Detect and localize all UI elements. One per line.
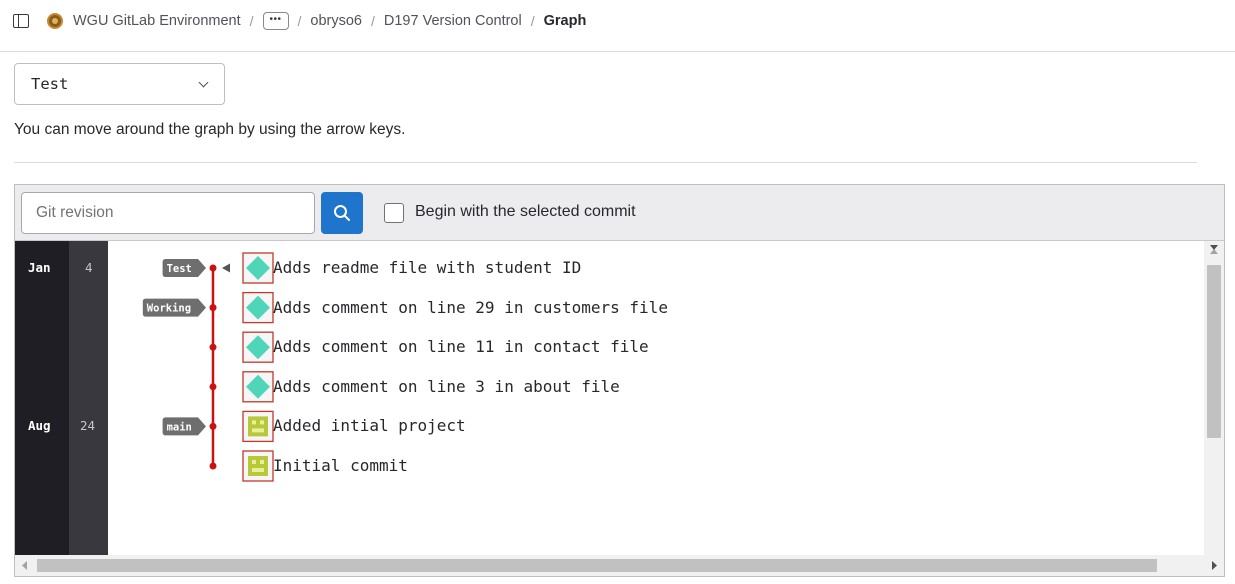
day-label: 24 [80, 418, 96, 434]
commit-message[interactable]: Initial commit [273, 456, 408, 475]
breadcrumb-separator: / [249, 13, 254, 29]
scrollbar-corner [1204, 555, 1224, 576]
breadcrumb-separator: / [297, 13, 302, 29]
commit-dot [209, 304, 217, 312]
breadcrumb-separator: / [371, 13, 375, 29]
commit-dot [209, 462, 217, 470]
commit-graph-canvas: Test Working main [142, 252, 274, 482]
sidebar-toggle-icon[interactable] [13, 14, 29, 28]
commit-dot [209, 264, 217, 272]
vertical-scroll-thumb[interactable] [1207, 265, 1221, 438]
git-revision-input[interactable] [21, 192, 315, 234]
org-logo-icon [47, 13, 63, 29]
ref-label: Test [167, 263, 192, 275]
search-icon [334, 205, 350, 221]
breadcrumb-more-button[interactable]: ••• [262, 12, 289, 30]
graph-toolbar: Begin with the selected commit [15, 185, 1224, 241]
scroll-right-icon[interactable] [1206, 555, 1222, 576]
commit-message[interactable]: Adds readme file with student ID [273, 258, 581, 277]
breadcrumb-separator: / [530, 13, 535, 29]
breadcrumb: WGU GitLab Environment / ••• / obryso6 /… [0, 0, 1235, 42]
branch-select-value: Test [31, 75, 69, 93]
ref-label: main [167, 421, 192, 433]
commit-dot [209, 383, 217, 391]
breadcrumb-user[interactable]: obryso6 [310, 13, 362, 29]
month-label: Aug [28, 418, 51, 434]
breadcrumb-project[interactable]: D197 Version Control [384, 13, 522, 29]
commit-message[interactable]: Adds comment on line 29 in customers fil… [273, 298, 668, 317]
header-divider [0, 51, 1235, 52]
identicon-icon [248, 416, 268, 437]
scroll-down-icon[interactable] [1204, 241, 1224, 255]
branch-select[interactable]: Test [14, 63, 225, 105]
identicon-icon [248, 456, 268, 476]
day-label: 4 [85, 260, 93, 275]
network-graph-panel: Begin with the selected commit Test Worki… [14, 184, 1225, 577]
vertical-scrollbar[interactable] [1204, 241, 1224, 555]
section-divider [14, 162, 1197, 163]
commit-dot [209, 343, 217, 351]
breadcrumb-org[interactable]: WGU GitLab Environment [73, 13, 241, 29]
breadcrumb-current: Graph [543, 13, 587, 29]
commit-dot [209, 422, 217, 430]
horizontal-scroll-thumb[interactable] [37, 559, 1157, 572]
head-pointer-icon [222, 263, 230, 273]
begin-with-selected-checkbox[interactable] [384, 203, 404, 223]
ref-label: Working [147, 303, 191, 315]
chevron-down-icon [198, 77, 209, 88]
commit-message[interactable]: Added intial project [273, 416, 466, 435]
month-label: Jan [28, 260, 51, 275]
horizontal-scrollbar[interactable] [15, 555, 1204, 576]
graph-hint-text: You can move around the graph by using t… [14, 121, 406, 138]
scroll-left-icon[interactable] [17, 555, 33, 576]
commit-message[interactable]: Adds comment on line 11 in contact file [273, 337, 649, 356]
commit-message[interactable]: Adds comment on line 3 in about file [273, 377, 620, 396]
commit-graph[interactable]: Test Working main Jan Aug 4 24 Adds readme fil… [15, 241, 1224, 555]
begin-with-selected-label[interactable]: Begin with the selected commit [415, 203, 636, 221]
search-button[interactable] [321, 192, 363, 234]
